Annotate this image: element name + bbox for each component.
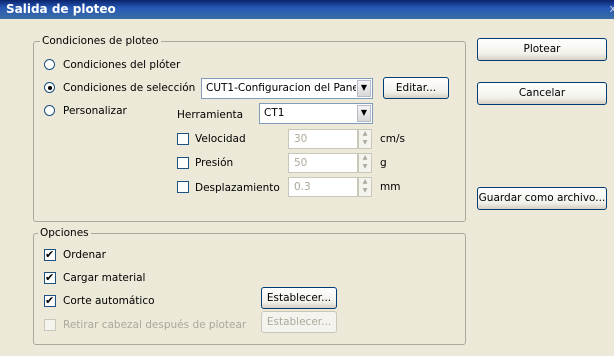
pressure-spinner[interactable]: ▲ ▼ [358, 153, 372, 173]
spin-up-icon[interactable]: ▲ [359, 178, 371, 187]
offset-label[interactable]: Desplazamiento [195, 181, 280, 195]
edit-button[interactable]: Editar... [383, 77, 449, 99]
spin-down-icon[interactable]: ▼ [359, 187, 371, 196]
pressure-checkbox[interactable] [177, 157, 189, 169]
speed-unit: cm/s [380, 133, 406, 145]
set-button-remove-head[interactable]: Establecer... [261, 311, 337, 333]
radio-selection-conditions-label[interactable]: Condiciones de selección [63, 81, 195, 95]
pressure-input[interactable]: 50 [288, 153, 358, 173]
spin-down-icon[interactable]: ▼ [359, 163, 371, 172]
radio-plotter-conditions[interactable] [44, 59, 55, 70]
remove-head-label: Retirar cabezal después de plotear [63, 319, 247, 331]
auto-cut-label[interactable]: Corte automático [63, 294, 155, 308]
chevron-down-icon[interactable]: ▼ [357, 80, 371, 97]
speed-spinner[interactable]: ▲ ▼ [358, 129, 372, 149]
speed-input[interactable]: 30 [288, 129, 358, 149]
dialog-body: Condiciones de ploteo Condiciones del pl… [0, 19, 614, 356]
auto-cut-checkbox[interactable] [44, 293, 56, 308]
speed-label[interactable]: Velocidad [195, 132, 246, 146]
radio-custom[interactable] [44, 105, 55, 116]
window-title: Salida de ploteo [6, 2, 116, 16]
profile-dropdown-value: CUT1-Configuracion del Pane [206, 82, 356, 94]
tool-dropdown[interactable]: CT1 ▼ [259, 103, 373, 124]
pressure-unit: g [380, 157, 387, 169]
remove-head-checkbox[interactable] [44, 319, 56, 331]
save-as-file-button[interactable]: Guardar como archivo... [477, 187, 607, 210]
offset-spinner[interactable]: ▲ ▼ [358, 177, 372, 197]
tool-label: Herramienta [177, 109, 244, 121]
profile-dropdown[interactable]: CUT1-Configuracion del Pane ▼ [201, 78, 373, 99]
spin-down-icon[interactable]: ▼ [359, 139, 371, 148]
radio-custom-label[interactable]: Personalizar [63, 104, 127, 118]
offset-checkbox[interactable] [177, 181, 189, 193]
sort-checkbox[interactable] [44, 247, 56, 262]
sort-label[interactable]: Ordenar [63, 248, 106, 262]
load-media-checkbox[interactable] [44, 270, 56, 285]
spin-up-icon[interactable]: ▲ [359, 130, 371, 139]
offset-input[interactable]: 0.3 [288, 177, 358, 197]
options-legend: Opciones [38, 227, 91, 239]
close-icon[interactable]: x [609, 2, 614, 15]
spin-up-icon[interactable]: ▲ [359, 154, 371, 163]
radio-selection-conditions[interactable] [44, 82, 55, 93]
speed-checkbox[interactable] [177, 133, 189, 145]
tool-dropdown-value: CT1 [264, 107, 285, 119]
chevron-down-icon[interactable]: ▼ [357, 105, 371, 122]
radio-plotter-conditions-label[interactable]: Condiciones del plóter [63, 58, 180, 72]
load-media-label[interactable]: Cargar material [63, 271, 145, 285]
title-bar[interactable]: Salida de ploteo x [0, 0, 614, 19]
plot-button[interactable]: Plotear [477, 38, 607, 61]
plot-conditions-legend: Condiciones de ploteo [40, 35, 161, 47]
pressure-label[interactable]: Presión [195, 156, 233, 170]
offset-unit: mm [380, 181, 401, 193]
cancel-button[interactable]: Cancelar [477, 82, 607, 105]
set-button-auto-cut[interactable]: Establecer... [261, 287, 337, 309]
